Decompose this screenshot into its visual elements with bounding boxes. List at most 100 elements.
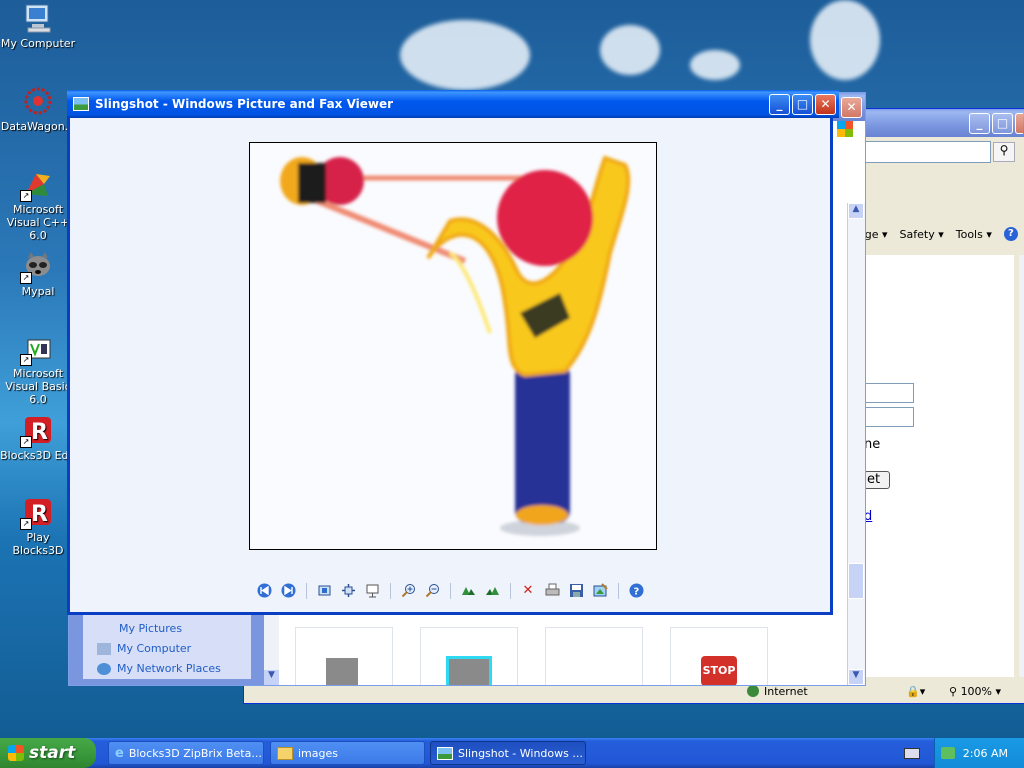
status-zone: Internet [764, 684, 808, 698]
visual-cpp-icon: ↗ [20, 168, 54, 202]
desktop-icon-mypal[interactable]: ↗ Mypal [0, 250, 76, 298]
desktop-icon-visual-cpp[interactable]: ↗ Microsoft Visual C++ 6.0 [0, 168, 76, 242]
task-my-network-places[interactable]: My Network Places [97, 659, 251, 679]
desktop-icon-label: Play Blocks3D [12, 531, 64, 557]
task-blocks3d[interactable]: e Blocks3D ZipBrix Beta... [108, 741, 264, 765]
close-button[interactable]: ✕ [815, 93, 836, 115]
task-my-pictures[interactable]: My Pictures [97, 619, 251, 639]
safety-menu-label: Safety [899, 227, 935, 241]
form-field[interactable] [864, 407, 914, 427]
blocks3d-icon: R ↗ [20, 414, 54, 448]
thumbnail[interactable]: STOP [670, 627, 768, 685]
explorer-scrollbar[interactable]: ▲ ▼ [847, 203, 865, 685]
previous-image-icon[interactable] [256, 582, 273, 599]
safety-menu[interactable]: Safety ▾ [900, 228, 944, 241]
search-icon[interactable]: ⚲ [993, 142, 1015, 162]
close-button[interactable] [1015, 112, 1023, 134]
best-fit-icon[interactable] [316, 582, 333, 599]
clock[interactable]: 2:06 AM [963, 747, 1008, 760]
picture-viewer-window[interactable]: Slingshot - Windows Picture and Fax View… [67, 90, 839, 615]
computer-icon [97, 643, 111, 655]
form-field[interactable] [864, 383, 914, 403]
gray-block-image [326, 658, 358, 685]
explorer-left-scrollbar[interactable]: ▼ [264, 609, 279, 685]
task-images[interactable]: images [270, 741, 425, 765]
form-label: ne [864, 437, 881, 452]
computer-icon [22, 2, 54, 34]
toolbar-separator [509, 582, 511, 599]
task-label: Blocks3D ZipBrix Beta... [128, 746, 262, 760]
desktop-icon-label: Microsoft Visual Basic 6.0 [5, 367, 71, 406]
rotate-counterclockwise-icon[interactable] [484, 582, 501, 599]
network-tray-icon[interactable] [940, 747, 955, 759]
viewer-title: Slingshot - Windows Picture and Fax View… [95, 97, 394, 111]
minimize-button[interactable]: _ [969, 112, 990, 134]
task-label: My Computer [117, 642, 192, 655]
scroll-up-button[interactable]: ▲ [848, 203, 864, 219]
shortcut-arrow-icon: ↗ [20, 354, 32, 366]
form-button[interactable]: et [864, 471, 890, 489]
next-image-icon[interactable] [280, 582, 297, 599]
zoom-level[interactable]: ⚲ 100% ▾ [949, 685, 1001, 698]
viewer-toolbar: ✕ ? [70, 582, 830, 599]
minimize-button[interactable]: _ [769, 93, 790, 115]
shortcut-arrow-icon: ↗ [20, 518, 32, 530]
tools-menu-label: Tools [955, 227, 983, 241]
block-image [446, 656, 492, 685]
scroll-down-button[interactable]: ▼ [848, 669, 864, 685]
zoom-label: 100% [960, 684, 993, 698]
desktop-icon-my-computer[interactable]: My Computer [0, 2, 76, 50]
shortcut-arrow-icon: ↗ [20, 272, 32, 284]
keyboard-icon[interactable] [904, 748, 920, 759]
viewer-title-bar[interactable]: Slingshot - Windows Picture and Fax View… [67, 90, 839, 118]
taskbar: start e Blocks3D ZipBrix Beta... images … [0, 738, 1024, 768]
delete-icon[interactable]: ✕ [520, 582, 537, 599]
ie-scrollbar[interactable] [1019, 255, 1024, 677]
desktop-icon-blocks3d-edit[interactable]: R ↗ Blocks3D Edit [0, 414, 76, 462]
toolbar-separator [449, 582, 451, 599]
toolbar-separator [617, 582, 619, 599]
print-icon[interactable] [544, 582, 561, 599]
task-label: My Pictures [119, 622, 183, 635]
close-button[interactable]: ✕ [841, 96, 862, 118]
folder-icon [277, 746, 293, 760]
ie-search-input[interactable] [864, 141, 991, 163]
image-display [249, 142, 657, 550]
help-icon[interactable]: ? [1003, 227, 1018, 241]
zoom-out-icon[interactable] [424, 582, 441, 599]
other-places-box: My Pictures My Computer My Network Place… [83, 615, 251, 679]
scroll-thumb[interactable] [848, 563, 864, 599]
desktop-icon-label: DataWagon... [0, 120, 76, 133]
desktop-icon-datawagon[interactable]: DataWagon... [0, 85, 76, 133]
picture-viewer-icon [73, 97, 89, 111]
scroll-down-button[interactable]: ▼ [264, 670, 279, 685]
desktop-icon-visual-basic[interactable]: ↗ Microsoft Visual Basic 6.0 [0, 332, 76, 406]
rotate-clockwise-icon[interactable] [460, 582, 477, 599]
thumbnail[interactable] [295, 627, 393, 685]
thumbnail[interactable] [545, 627, 643, 685]
desktop-icon-play-blocks3d[interactable]: R ↗ Play Blocks3D [0, 496, 76, 557]
thumbnail[interactable] [420, 627, 518, 685]
maximize-button[interactable]: □ [992, 112, 1013, 134]
raccoon-icon: ↗ [20, 250, 54, 284]
actual-size-icon[interactable] [340, 582, 357, 599]
task-label: Slingshot - Windows ... [458, 746, 583, 760]
network-icon [97, 663, 111, 675]
desktop-icon-label: My Computer [0, 37, 76, 50]
svg-text:R: R [31, 502, 48, 527]
desktop-icon-label: Mypal [21, 285, 55, 298]
maximize-button[interactable]: □ [792, 93, 813, 115]
start-button[interactable]: start [0, 738, 96, 768]
zoom-in-icon[interactable] [400, 582, 417, 599]
tools-menu[interactable]: Tools ▾ [956, 228, 992, 241]
protected-mode-icon[interactable]: 🔒▾ [906, 685, 925, 698]
task-slingshot[interactable]: Slingshot - Windows ... [430, 741, 586, 765]
desktop-icon-label: Microsoft Visual C++ 6.0 [6, 203, 70, 242]
open-for-editing-icon[interactable] [592, 582, 609, 599]
slideshow-icon[interactable] [364, 582, 381, 599]
save-icon[interactable] [568, 582, 585, 599]
system-tray: 2:06 AM [934, 738, 1024, 768]
help-icon[interactable]: ? [628, 582, 645, 599]
slingshot-image [280, 155, 631, 536]
task-my-computer[interactable]: My Computer [97, 639, 251, 659]
